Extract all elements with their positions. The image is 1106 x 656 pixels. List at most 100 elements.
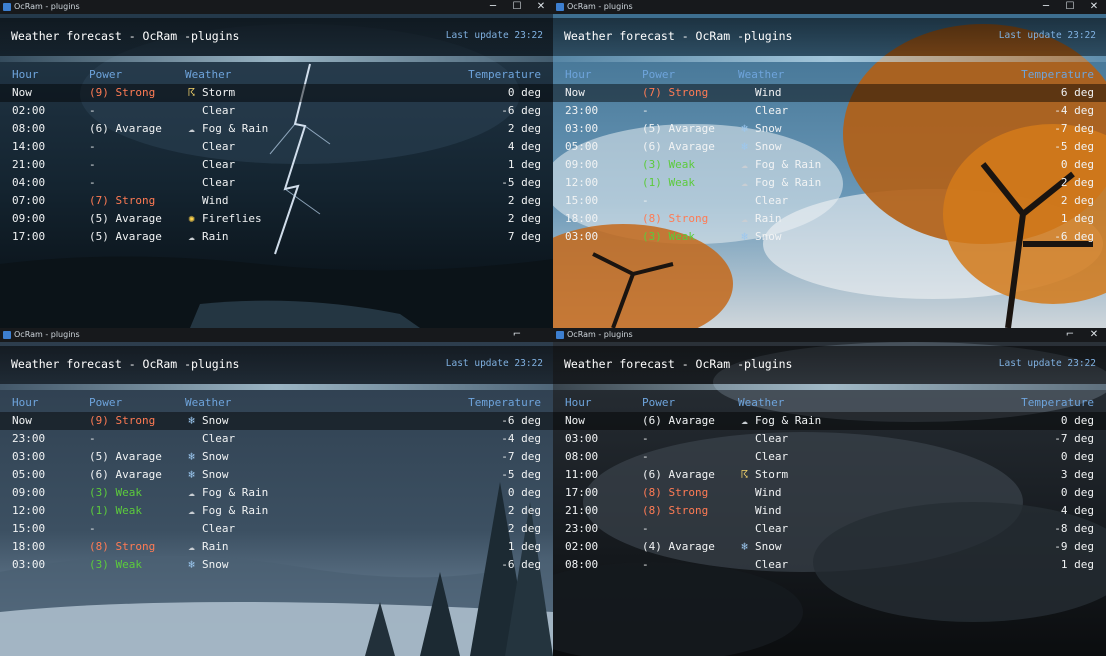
window-titlebar[interactable]: OcRam - plugins ─ ☐ ✕ [553, 0, 1106, 14]
row-weather: Snow [202, 558, 229, 571]
row-temperature: -5 deg [1054, 140, 1094, 153]
row-power: - [89, 104, 96, 117]
row-weather: Clear [755, 450, 789, 463]
table-row: 08:00 - Clear 0 deg [553, 448, 1106, 466]
header-divider [553, 384, 1106, 390]
table-row: 15:00 - Clear 2 deg [553, 192, 1106, 210]
row-power: (1) Weak [642, 176, 695, 189]
forecast-header: Weather forecast - OcRam -plugins Last u… [553, 18, 1106, 56]
minimize-button[interactable]: ─ [481, 0, 505, 14]
row-weather: Snow [755, 140, 782, 153]
row-weather: Snow [755, 230, 782, 243]
row-hour: Now [565, 414, 585, 427]
table-row: 03:00 (3) Weak ❄ Snow -6 deg [0, 556, 553, 574]
close-button[interactable] [529, 328, 553, 342]
row-weather: Clear [755, 432, 789, 445]
table-row: Now (9) Strong ❄ Snow -6 deg [0, 412, 553, 430]
row-weather: Fog & Rain [755, 176, 822, 189]
close-button[interactable]: ✕ [529, 0, 553, 14]
row-temperature: 3 deg [1060, 468, 1094, 481]
window-title: OcRam - plugins [14, 2, 80, 11]
row-hour: 09:00 [565, 158, 599, 171]
table-row: 17:00 (8) Strong Wind 0 deg [553, 484, 1106, 502]
window-titlebar[interactable]: OcRam - plugins ⌐ [0, 328, 553, 342]
maximize-button[interactable]: ⌐ [1058, 328, 1082, 342]
row-hour: 04:00 [12, 176, 46, 189]
close-button[interactable]: ✕ [1082, 0, 1106, 14]
minimize-button[interactable]: ─ [1034, 0, 1058, 14]
fog-rain-icon: ☁ [188, 504, 195, 517]
column-power: Power [642, 68, 676, 81]
snow-icon: ❄ [741, 140, 748, 153]
row-power: (3) Weak [89, 486, 142, 499]
column-weather: Weather [738, 68, 785, 81]
row-hour: 21:00 [565, 504, 599, 517]
row-temperature: 4 deg [507, 140, 541, 153]
table-row: 03:00 (5) Avarage ❄ Snow -7 deg [0, 448, 553, 466]
row-power: (8) Strong [642, 212, 709, 225]
fog-rain-icon: ☁ [741, 158, 748, 171]
window-titlebar[interactable]: OcRam - plugins ⌐ ✕ [553, 328, 1106, 342]
row-power: (6) Avarage [642, 140, 715, 153]
row-temperature: 0 deg [1060, 158, 1094, 171]
row-hour: 15:00 [565, 194, 599, 207]
row-power: (7) Strong [642, 86, 709, 99]
maximize-button[interactable]: ☐ [505, 0, 529, 14]
row-temperature: 2 deg [1060, 194, 1094, 207]
close-button[interactable]: ✕ [1082, 328, 1106, 342]
row-temperature: 0 deg [507, 486, 541, 499]
row-hour: 14:00 [12, 140, 46, 153]
column-hour: Hour [12, 68, 39, 81]
minimize-button[interactable] [1034, 328, 1058, 342]
row-power: (8) Strong [89, 540, 156, 553]
row-power: (8) Strong [642, 504, 709, 517]
table-header: Hour Power Weather Temperature [553, 394, 1106, 412]
row-hour: 03:00 [565, 230, 599, 243]
table-row: 08:00 (6) Avarage ☁ Fog & Rain 2 deg [0, 120, 553, 138]
table-row: 03:00 - Clear -7 deg [553, 430, 1106, 448]
row-power: (6) Avarage [642, 468, 715, 481]
table-row: 14:00 - Clear 4 deg [0, 138, 553, 156]
row-weather: Wind [755, 86, 782, 99]
row-temperature: 2 deg [1060, 176, 1094, 189]
table-row: 04:00 - Clear -5 deg [0, 174, 553, 192]
forecast-header: Weather forecast - OcRam -plugins Last u… [0, 18, 553, 56]
window-titlebar[interactable]: OcRam - plugins ─ ☐ ✕ [0, 0, 553, 14]
table-row: 09:00 (5) Avarage ✺ Fireflies 2 deg [0, 210, 553, 228]
header-divider [0, 56, 553, 62]
row-temperature: 1 deg [1060, 558, 1094, 571]
window-title: OcRam - plugins [14, 330, 80, 339]
row-temperature: -5 deg [501, 176, 541, 189]
row-temperature: 0 deg [1060, 414, 1094, 427]
row-power: (9) Strong [89, 414, 156, 427]
table-row: 18:00 (8) Strong ☁ Rain 1 deg [553, 210, 1106, 228]
row-weather: Clear [755, 104, 789, 117]
minimize-button[interactable] [481, 328, 505, 342]
row-weather: Snow [202, 450, 229, 463]
row-temperature: 0 deg [507, 86, 541, 99]
maximize-button[interactable]: ☐ [1058, 0, 1082, 14]
table-row: 12:00 (1) Weak ☁ Fog & Rain 2 deg [553, 174, 1106, 192]
row-temperature: -6 deg [501, 414, 541, 427]
row-weather: Rain [202, 230, 229, 243]
row-power: - [89, 140, 96, 153]
row-weather: Clear [202, 104, 236, 117]
row-temperature: 2 deg [507, 122, 541, 135]
row-temperature: 2 deg [507, 504, 541, 517]
weather-window-storm: OcRam - plugins ─ ☐ ✕ Weather forecast -… [0, 0, 553, 328]
row-power: - [89, 176, 96, 189]
row-temperature: -4 deg [1054, 104, 1094, 117]
row-power: - [89, 432, 96, 445]
row-temperature: 1 deg [507, 158, 541, 171]
weather-window-clouds: OcRam - plugins ⌐ ✕ Weather forecast - O… [553, 328, 1106, 656]
row-temperature: -6 deg [1054, 230, 1094, 243]
row-weather: Clear [202, 140, 236, 153]
forecast-title: Weather forecast - OcRam -plugins [564, 29, 793, 43]
table-row: 05:00 (6) Avarage ❄ Snow -5 deg [0, 466, 553, 484]
row-hour: 08:00 [565, 450, 599, 463]
maximize-button[interactable]: ⌐ [505, 328, 529, 342]
row-weather: Storm [202, 86, 236, 99]
row-weather: Clear [202, 158, 236, 171]
row-temperature: -8 deg [1054, 522, 1094, 535]
column-weather: Weather [185, 396, 232, 409]
